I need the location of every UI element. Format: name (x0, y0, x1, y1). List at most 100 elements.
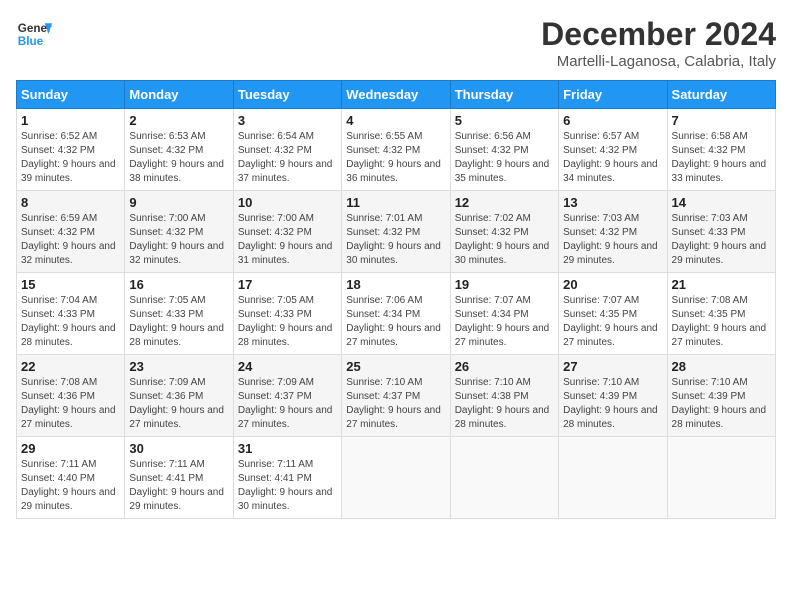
sunrise-label: Sunrise: 7:03 AM (672, 213, 748, 224)
calendar-cell: 1 Sunrise: 6:52 AM Sunset: 4:32 PM Dayli… (17, 109, 125, 191)
day-info: Sunrise: 6:56 AM Sunset: 4:32 PM Dayligh… (455, 130, 554, 186)
day-number: 13 (563, 195, 662, 210)
sunset-label: Sunset: 4:32 PM (563, 227, 637, 238)
day-info: Sunrise: 7:00 AM Sunset: 4:32 PM Dayligh… (238, 212, 337, 268)
day-info: Sunrise: 6:54 AM Sunset: 4:32 PM Dayligh… (238, 130, 337, 186)
sunset-label: Sunset: 4:36 PM (21, 391, 95, 402)
day-number: 15 (21, 277, 120, 292)
sunrise-label: Sunrise: 7:00 AM (129, 213, 205, 224)
day-info: Sunrise: 6:57 AM Sunset: 4:32 PM Dayligh… (563, 130, 662, 186)
daylight-label: Daylight: 9 hours and 27 minutes. (672, 323, 767, 348)
sunrise-label: Sunrise: 7:03 AM (563, 213, 639, 224)
sunset-label: Sunset: 4:39 PM (563, 391, 637, 402)
header-thursday: Thursday (450, 81, 558, 109)
day-info: Sunrise: 6:53 AM Sunset: 4:32 PM Dayligh… (129, 130, 228, 186)
daylight-label: Daylight: 9 hours and 27 minutes. (346, 405, 441, 430)
sunrise-label: Sunrise: 6:53 AM (129, 131, 205, 142)
calendar-cell (450, 437, 558, 519)
daylight-label: Daylight: 9 hours and 28 minutes. (238, 323, 333, 348)
page-subtitle: Martelli-Laganosa, Calabria, Italy (541, 53, 776, 70)
sunrise-label: Sunrise: 7:10 AM (672, 377, 748, 388)
daylight-label: Daylight: 9 hours and 27 minutes. (129, 405, 224, 430)
day-info: Sunrise: 7:08 AM Sunset: 4:35 PM Dayligh… (672, 294, 771, 350)
sunrise-label: Sunrise: 7:09 AM (238, 377, 314, 388)
day-number: 10 (238, 195, 337, 210)
calendar-cell: 21 Sunrise: 7:08 AM Sunset: 4:35 PM Dayl… (667, 273, 775, 355)
day-info: Sunrise: 7:10 AM Sunset: 4:39 PM Dayligh… (563, 376, 662, 432)
daylight-label: Daylight: 9 hours and 38 minutes. (129, 159, 224, 184)
sunset-label: Sunset: 4:33 PM (672, 227, 746, 238)
sunset-label: Sunset: 4:35 PM (563, 309, 637, 320)
header-wednesday: Wednesday (342, 81, 450, 109)
sunrise-label: Sunrise: 7:05 AM (129, 295, 205, 306)
day-number: 22 (21, 359, 120, 374)
day-info: Sunrise: 7:11 AM Sunset: 4:41 PM Dayligh… (238, 458, 337, 514)
calendar-cell (559, 437, 667, 519)
sunset-label: Sunset: 4:32 PM (238, 227, 312, 238)
sunrise-label: Sunrise: 7:11 AM (238, 459, 313, 470)
calendar-cell: 24 Sunrise: 7:09 AM Sunset: 4:37 PM Dayl… (233, 355, 341, 437)
calendar-cell (667, 437, 775, 519)
day-info: Sunrise: 7:02 AM Sunset: 4:32 PM Dayligh… (455, 212, 554, 268)
calendar-cell: 6 Sunrise: 6:57 AM Sunset: 4:32 PM Dayli… (559, 109, 667, 191)
sunset-label: Sunset: 4:33 PM (238, 309, 312, 320)
sunset-label: Sunset: 4:32 PM (346, 145, 420, 156)
calendar-cell: 12 Sunrise: 7:02 AM Sunset: 4:32 PM Dayl… (450, 191, 558, 273)
header-tuesday: Tuesday (233, 81, 341, 109)
day-info: Sunrise: 7:01 AM Sunset: 4:32 PM Dayligh… (346, 212, 445, 268)
day-number: 1 (21, 113, 120, 128)
calendar-cell (342, 437, 450, 519)
day-number: 9 (129, 195, 228, 210)
sunset-label: Sunset: 4:32 PM (21, 145, 95, 156)
calendar-table: SundayMondayTuesdayWednesdayThursdayFrid… (16, 80, 776, 519)
sunset-label: Sunset: 4:32 PM (21, 227, 95, 238)
sunset-label: Sunset: 4:32 PM (129, 145, 203, 156)
header-sunday: Sunday (17, 81, 125, 109)
calendar-cell: 25 Sunrise: 7:10 AM Sunset: 4:37 PM Dayl… (342, 355, 450, 437)
sunset-label: Sunset: 4:41 PM (238, 473, 312, 484)
daylight-label: Daylight: 9 hours and 30 minutes. (455, 241, 550, 266)
daylight-label: Daylight: 9 hours and 36 minutes. (346, 159, 441, 184)
week-row-1: 1 Sunrise: 6:52 AM Sunset: 4:32 PM Dayli… (17, 109, 776, 191)
day-number: 12 (455, 195, 554, 210)
sunrise-label: Sunrise: 6:54 AM (238, 131, 314, 142)
day-number: 16 (129, 277, 228, 292)
logo: General Blue (16, 16, 52, 52)
daylight-label: Daylight: 9 hours and 34 minutes. (563, 159, 658, 184)
calendar-cell: 13 Sunrise: 7:03 AM Sunset: 4:32 PM Dayl… (559, 191, 667, 273)
sunset-label: Sunset: 4:32 PM (672, 145, 746, 156)
sunset-label: Sunset: 4:40 PM (21, 473, 95, 484)
sunrise-label: Sunrise: 7:05 AM (238, 295, 314, 306)
day-number: 4 (346, 113, 445, 128)
sunset-label: Sunset: 4:35 PM (672, 309, 746, 320)
sunrise-label: Sunrise: 7:08 AM (21, 377, 97, 388)
calendar-cell: 7 Sunrise: 6:58 AM Sunset: 4:32 PM Dayli… (667, 109, 775, 191)
day-number: 21 (672, 277, 771, 292)
calendar-cell: 20 Sunrise: 7:07 AM Sunset: 4:35 PM Dayl… (559, 273, 667, 355)
daylight-label: Daylight: 9 hours and 33 minutes. (672, 159, 767, 184)
day-info: Sunrise: 6:52 AM Sunset: 4:32 PM Dayligh… (21, 130, 120, 186)
sunrise-label: Sunrise: 7:11 AM (129, 459, 204, 470)
daylight-label: Daylight: 9 hours and 27 minutes. (21, 405, 116, 430)
sunset-label: Sunset: 4:41 PM (129, 473, 203, 484)
day-info: Sunrise: 7:09 AM Sunset: 4:36 PM Dayligh… (129, 376, 228, 432)
calendar-cell: 4 Sunrise: 6:55 AM Sunset: 4:32 PM Dayli… (342, 109, 450, 191)
header-friday: Friday (559, 81, 667, 109)
day-number: 14 (672, 195, 771, 210)
day-info: Sunrise: 7:04 AM Sunset: 4:33 PM Dayligh… (21, 294, 120, 350)
day-number: 30 (129, 441, 228, 456)
day-number: 5 (455, 113, 554, 128)
day-number: 25 (346, 359, 445, 374)
daylight-label: Daylight: 9 hours and 30 minutes. (346, 241, 441, 266)
svg-text:Blue: Blue (18, 35, 44, 48)
sunrise-label: Sunrise: 7:01 AM (346, 213, 422, 224)
day-info: Sunrise: 6:58 AM Sunset: 4:32 PM Dayligh… (672, 130, 771, 186)
calendar-cell: 3 Sunrise: 6:54 AM Sunset: 4:32 PM Dayli… (233, 109, 341, 191)
day-info: Sunrise: 7:06 AM Sunset: 4:34 PM Dayligh… (346, 294, 445, 350)
sunrise-label: Sunrise: 6:56 AM (455, 131, 531, 142)
calendar-cell: 11 Sunrise: 7:01 AM Sunset: 4:32 PM Dayl… (342, 191, 450, 273)
calendar-cell: 28 Sunrise: 7:10 AM Sunset: 4:39 PM Dayl… (667, 355, 775, 437)
sunrise-label: Sunrise: 6:57 AM (563, 131, 639, 142)
day-number: 6 (563, 113, 662, 128)
calendar-cell: 15 Sunrise: 7:04 AM Sunset: 4:33 PM Dayl… (17, 273, 125, 355)
